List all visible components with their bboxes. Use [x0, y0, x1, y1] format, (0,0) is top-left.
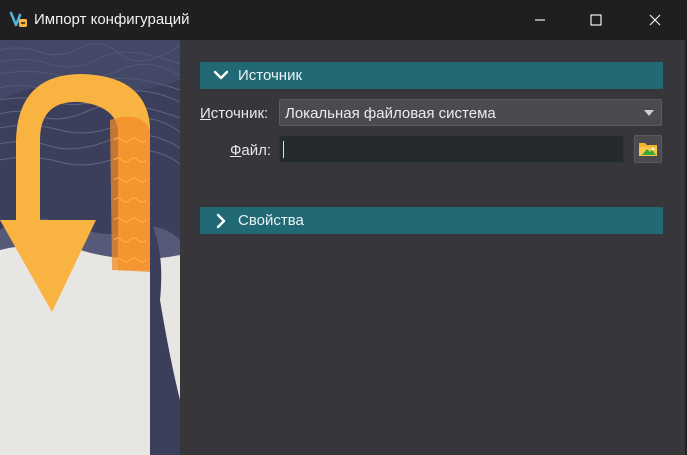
properties-section-header[interactable]: Свойства	[200, 207, 663, 234]
title-bar[interactable]: Импорт конфигураций	[0, 0, 685, 40]
source-section-title: Источник	[238, 67, 303, 84]
chevron-right-icon	[216, 213, 226, 229]
folder-icon	[639, 143, 657, 156]
maximize-button[interactable]	[566, 0, 626, 40]
source-label: Источник:	[200, 105, 269, 122]
import-config-dialog: Импорт конфигураций Источник Источник: Л…	[0, 0, 685, 455]
app-logo-icon	[9, 10, 29, 30]
import-illustration	[0, 40, 180, 455]
file-path-input[interactable]	[279, 135, 624, 163]
source-section-header[interactable]: Источник	[200, 62, 663, 89]
source-select-value: Локальная файловая система	[285, 105, 496, 122]
source-select[interactable]: Локальная файловая система	[279, 99, 662, 126]
close-button[interactable]	[625, 0, 685, 40]
dropdown-arrow-icon	[644, 110, 654, 116]
window-title: Импорт конфигураций	[34, 11, 190, 28]
minimize-button[interactable]	[510, 0, 570, 40]
maximize-icon	[590, 14, 602, 26]
minimize-icon	[535, 19, 545, 21]
close-icon	[649, 14, 661, 26]
chevron-down-icon	[213, 70, 229, 80]
properties-section-title: Свойства	[238, 212, 304, 229]
file-label: Файл:	[230, 142, 272, 159]
browse-file-button[interactable]	[634, 135, 662, 163]
text-caret	[283, 141, 284, 158]
